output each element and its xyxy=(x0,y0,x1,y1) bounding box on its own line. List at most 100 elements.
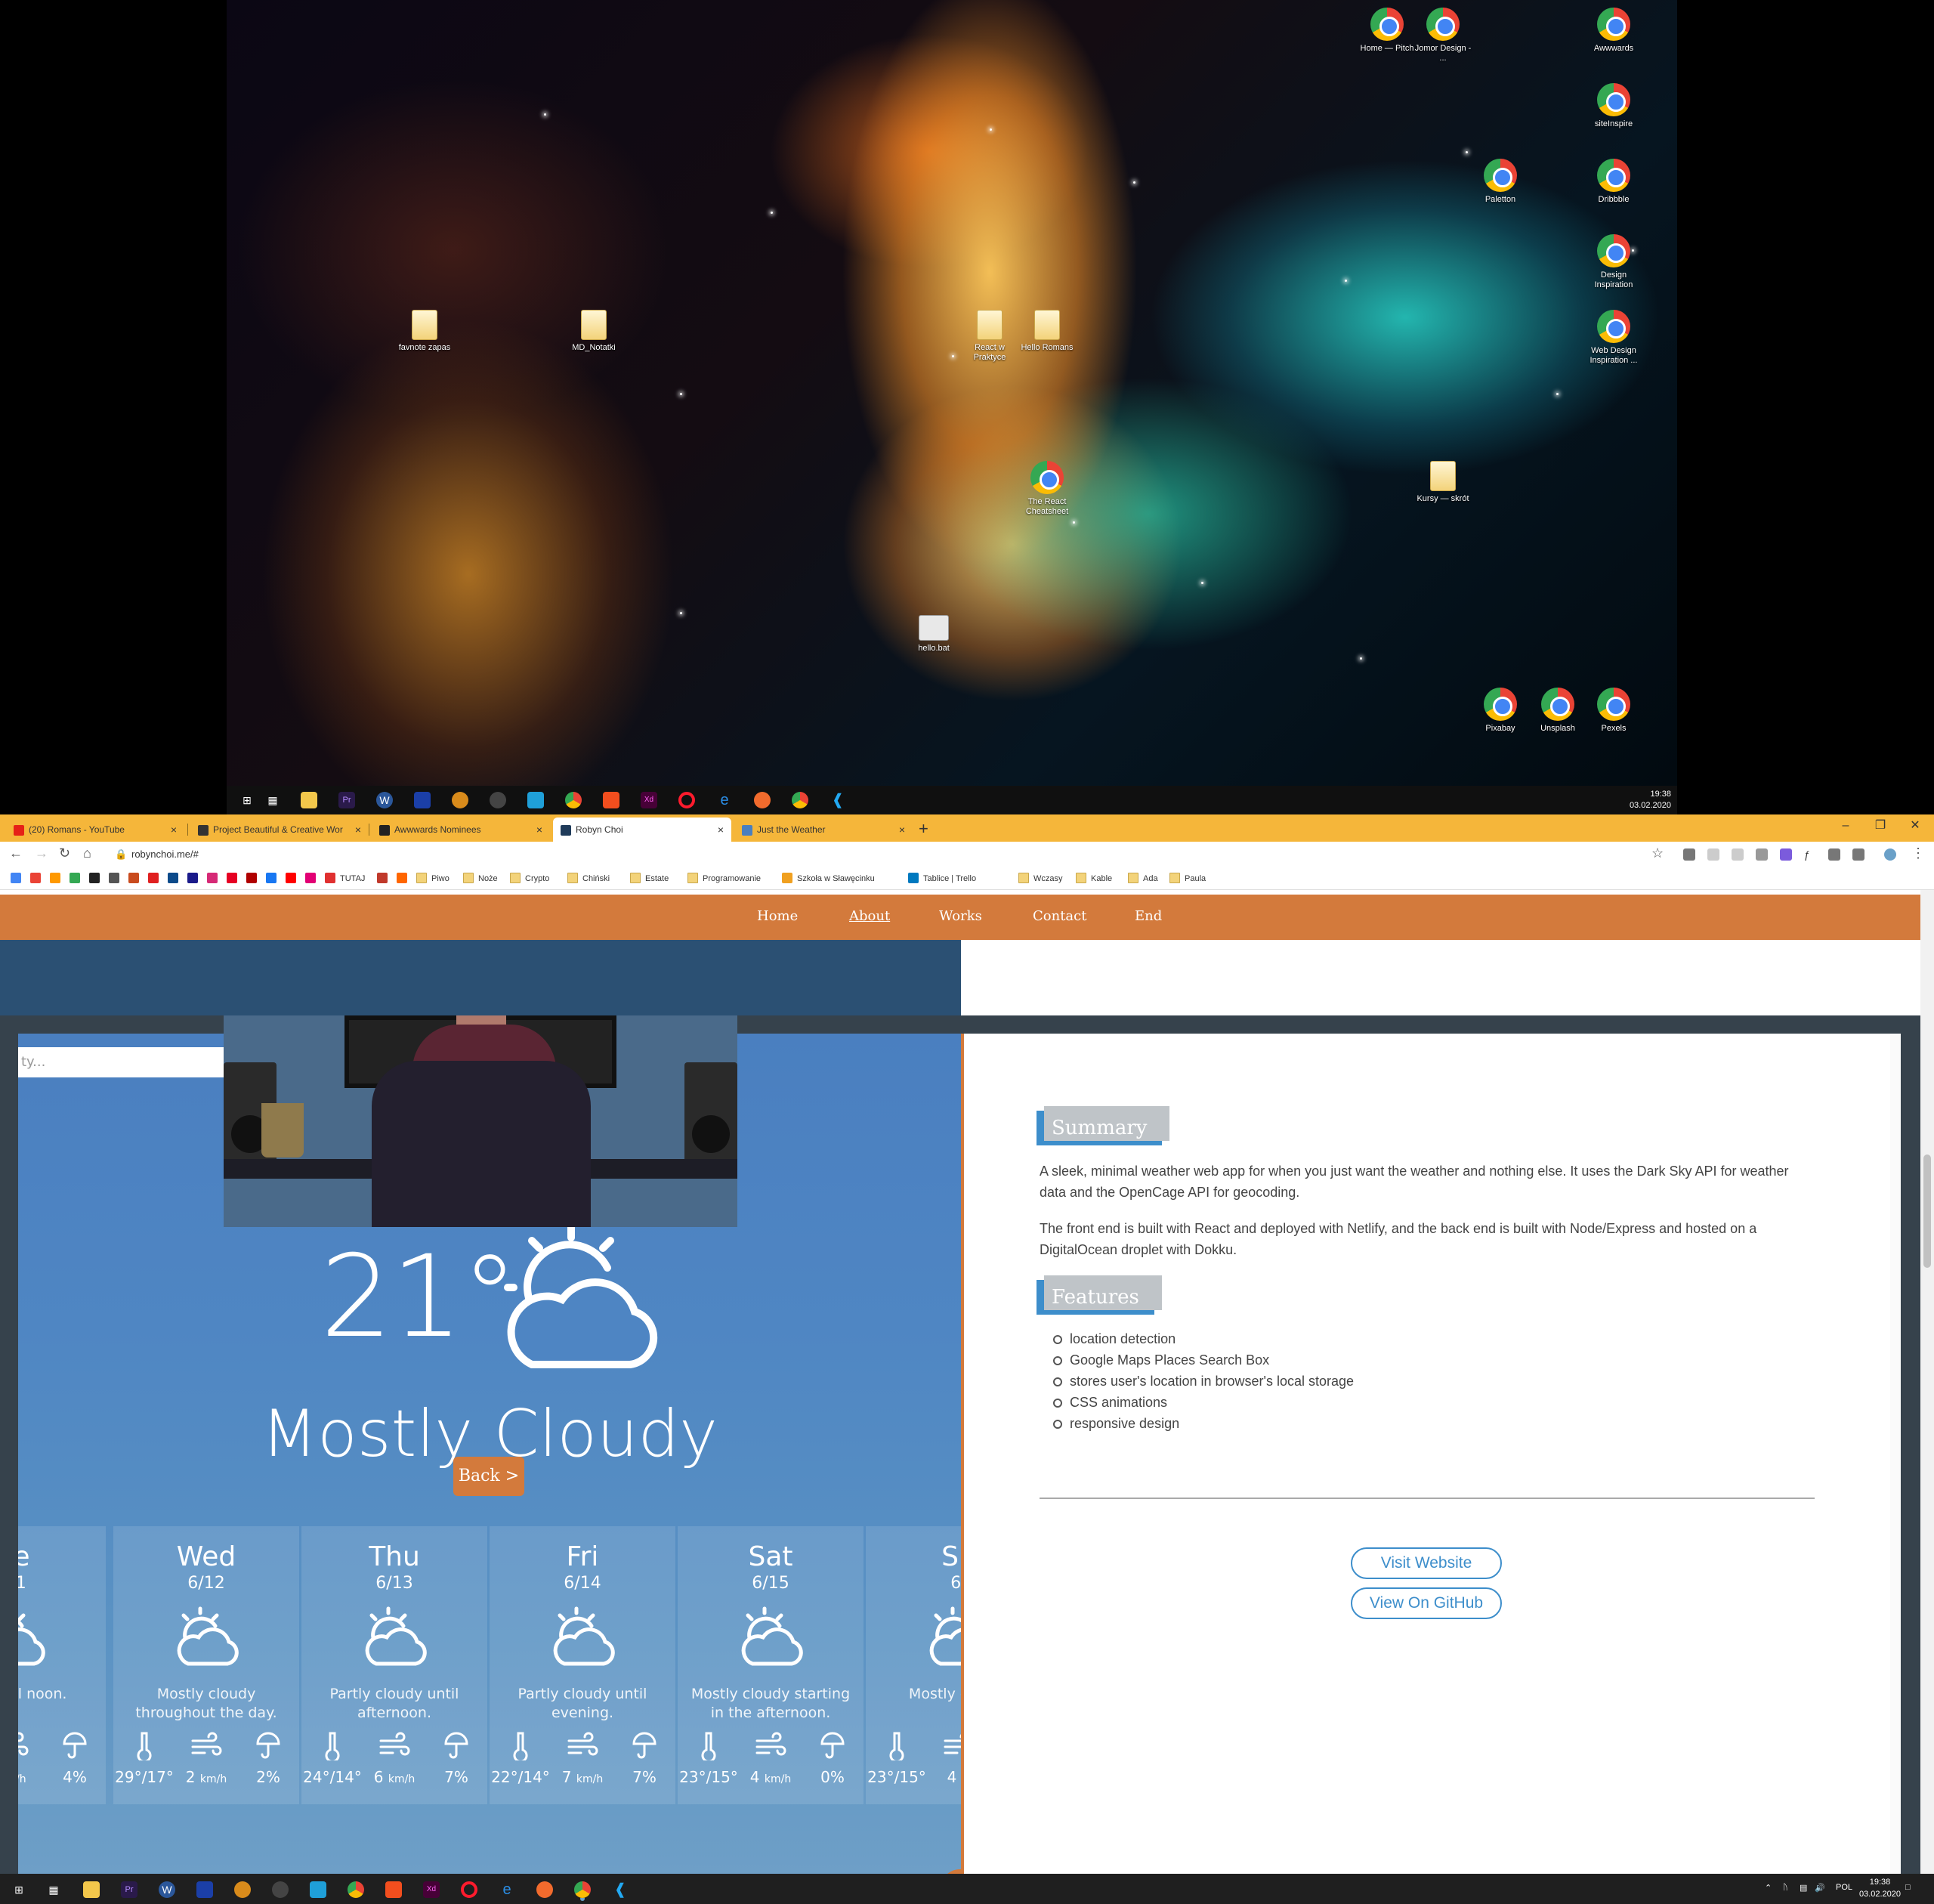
premiere-icon[interactable]: Pr xyxy=(121,1881,137,1898)
volume-icon[interactable]: 🔊 xyxy=(1815,1883,1825,1893)
card-scrollbar[interactable] xyxy=(1890,1034,1901,1874)
bookmark-item[interactable] xyxy=(89,873,104,885)
close-tab-icon[interactable]: × xyxy=(718,818,724,842)
desktop-icon-pexels[interactable]: Pexels xyxy=(1583,688,1644,734)
edge-icon[interactable]: e xyxy=(499,1881,515,1898)
bookmark-item[interactable] xyxy=(377,873,392,885)
vscode-icon[interactable]: ❰ xyxy=(830,792,846,808)
view-on-github-button[interactable]: View On GitHub xyxy=(1351,1587,1502,1619)
desktop-icon-siteinspire[interactable]: siteInspire xyxy=(1583,83,1644,129)
desktop-icon-pixabay[interactable]: Pixabay xyxy=(1470,688,1531,734)
desktop-icon-dribbble[interactable]: Dribbble xyxy=(1583,159,1644,205)
desktop-icon-jomor-design[interactable]: Jomor Design - ... xyxy=(1413,8,1473,63)
chrome-icon[interactable] xyxy=(565,792,582,808)
desktop-icon-favnote-zapas[interactable]: favnote zapas xyxy=(394,310,455,353)
bookmark-item[interactable] xyxy=(168,873,183,885)
file-explorer-icon[interactable] xyxy=(83,1881,100,1898)
close-tab-icon[interactable]: × xyxy=(899,818,905,842)
nav-about[interactable]: About xyxy=(849,908,890,924)
bookmark-item[interactable]: Tablice | Trello xyxy=(908,873,976,885)
new-tab-button[interactable]: + xyxy=(919,818,928,840)
bookmark-item[interactable] xyxy=(128,873,144,885)
close-tab-icon[interactable]: × xyxy=(536,818,542,842)
notifications-icon[interactable]: □ xyxy=(1905,1883,1911,1892)
language-indicator[interactable]: POL xyxy=(1836,1883,1852,1892)
tab-just-the-weather[interactable]: Just the Weather × xyxy=(734,818,913,842)
bookmark-item[interactable] xyxy=(30,873,45,885)
bookmark-item[interactable] xyxy=(109,873,124,885)
windows-start-icon[interactable]: ⊞ xyxy=(11,1881,27,1898)
bookmark-folder[interactable]: Noże xyxy=(463,873,498,885)
close-window-button[interactable]: ✕ xyxy=(1898,814,1932,837)
steam-icon[interactable] xyxy=(490,792,506,808)
bookmark-item[interactable] xyxy=(397,873,412,885)
desktop-icon-unsplash[interactable]: Unsplash xyxy=(1528,688,1588,734)
minimize-button[interactable]: – xyxy=(1828,814,1863,837)
bookmark-folder[interactable]: Piwo xyxy=(416,873,450,885)
bookmark-folder[interactable]: Programowanie xyxy=(687,873,761,885)
tray-chevron-icon[interactable]: ⌃ xyxy=(1765,1883,1772,1893)
reload-icon[interactable]: ↻ xyxy=(59,845,70,861)
app-icon[interactable] xyxy=(754,792,771,808)
url-bar[interactable]: 🔒 robynchoi.me/# xyxy=(110,845,1659,864)
bookmark-item[interactable] xyxy=(11,873,26,885)
word-icon[interactable]: W xyxy=(159,1881,175,1898)
bookmark-item[interactable] xyxy=(286,873,301,885)
app-icon[interactable] xyxy=(414,792,431,808)
desktop-icon-web-design-inspiration[interactable]: Web Design Inspiration ... xyxy=(1583,310,1644,366)
file-explorer-icon[interactable] xyxy=(301,792,317,808)
bookmark-folder[interactable]: Kable xyxy=(1076,873,1112,885)
nav-end[interactable]: End xyxy=(1135,908,1162,924)
desktop-icon-react-cheatsheet[interactable]: The React Cheatsheet xyxy=(1017,461,1077,517)
extension-icon[interactable] xyxy=(1756,848,1768,861)
taskbar-clock[interactable]: 19:38 03.02.2020 xyxy=(1859,1876,1901,1900)
extension-icon[interactable] xyxy=(1780,848,1792,861)
steam-icon[interactable] xyxy=(272,1881,289,1898)
app-icon[interactable] xyxy=(527,792,544,808)
bookmark-item[interactable] xyxy=(207,873,222,885)
extension-icon[interactable] xyxy=(1707,848,1719,861)
desktop-icon-paletton[interactable]: Paletton xyxy=(1470,159,1531,205)
desktop-icon-kursy-skrot[interactable]: Kursy — skrót xyxy=(1413,461,1473,504)
desktop-icon-hello-romans[interactable]: Hello Romans xyxy=(1017,310,1077,353)
extension-icon[interactable] xyxy=(1828,848,1840,861)
bookmark-item[interactable] xyxy=(70,873,85,885)
figma-icon[interactable] xyxy=(603,792,619,808)
desktop-icon-home-pitch[interactable]: Home — Pitch xyxy=(1357,8,1417,54)
word-icon[interactable]: W xyxy=(376,792,393,808)
close-tab-icon[interactable]: × xyxy=(171,818,177,842)
desktop-icon-design-inspiration[interactable]: Design Inspiration xyxy=(1583,234,1644,290)
back-arrow-icon[interactable]: ← xyxy=(9,845,23,861)
extension-icon[interactable] xyxy=(1732,848,1744,861)
chrome-icon[interactable] xyxy=(348,1881,364,1898)
maximize-button[interactable]: ❐ xyxy=(1863,814,1898,837)
chrome-icon[interactable] xyxy=(792,792,808,808)
nav-works[interactable]: Works xyxy=(939,908,982,924)
bluetooth-icon[interactable]: ᚢ xyxy=(1783,1883,1788,1892)
bookmark-item[interactable] xyxy=(50,873,65,885)
close-tab-icon[interactable]: × xyxy=(355,818,361,842)
app-icon[interactable] xyxy=(310,1881,326,1898)
home-icon[interactable]: ⌂ xyxy=(83,845,91,861)
bookmark-item[interactable]: TUTAJ xyxy=(325,873,365,885)
nav-home[interactable]: Home xyxy=(757,908,798,924)
network-icon[interactable]: ▤ xyxy=(1800,1883,1807,1893)
tab-project-beautiful[interactable]: Project Beautiful & Creative Wor × xyxy=(190,818,369,842)
bookmark-folder[interactable]: Ada xyxy=(1128,873,1158,885)
task-view-icon[interactable]: ▦ xyxy=(45,1881,62,1898)
tab-robyn-choi[interactable]: Robyn Choi × xyxy=(553,818,731,842)
bookmark-item[interactable] xyxy=(246,873,261,885)
nav-contact[interactable]: Contact xyxy=(1033,908,1086,924)
extension-icon[interactable]: ƒ xyxy=(1804,848,1816,861)
edge-icon[interactable]: e xyxy=(716,792,733,808)
bookmark-folder[interactable]: Chiński xyxy=(567,873,610,885)
premiere-icon[interactable]: Pr xyxy=(338,792,355,808)
menu-icon[interactable]: ⋮ xyxy=(1911,845,1925,861)
tab-youtube[interactable]: (20) Romans - YouTube × xyxy=(6,818,184,842)
bookmark-item[interactable] xyxy=(305,873,320,885)
figma-icon[interactable] xyxy=(385,1881,402,1898)
app-icon[interactable] xyxy=(196,1881,213,1898)
shield-icon[interactable] xyxy=(234,1881,251,1898)
desktop-icon-awwwards[interactable]: Awwwards xyxy=(1583,8,1644,54)
tab-awwwards[interactable]: Awwwards Nominees × xyxy=(372,818,550,842)
